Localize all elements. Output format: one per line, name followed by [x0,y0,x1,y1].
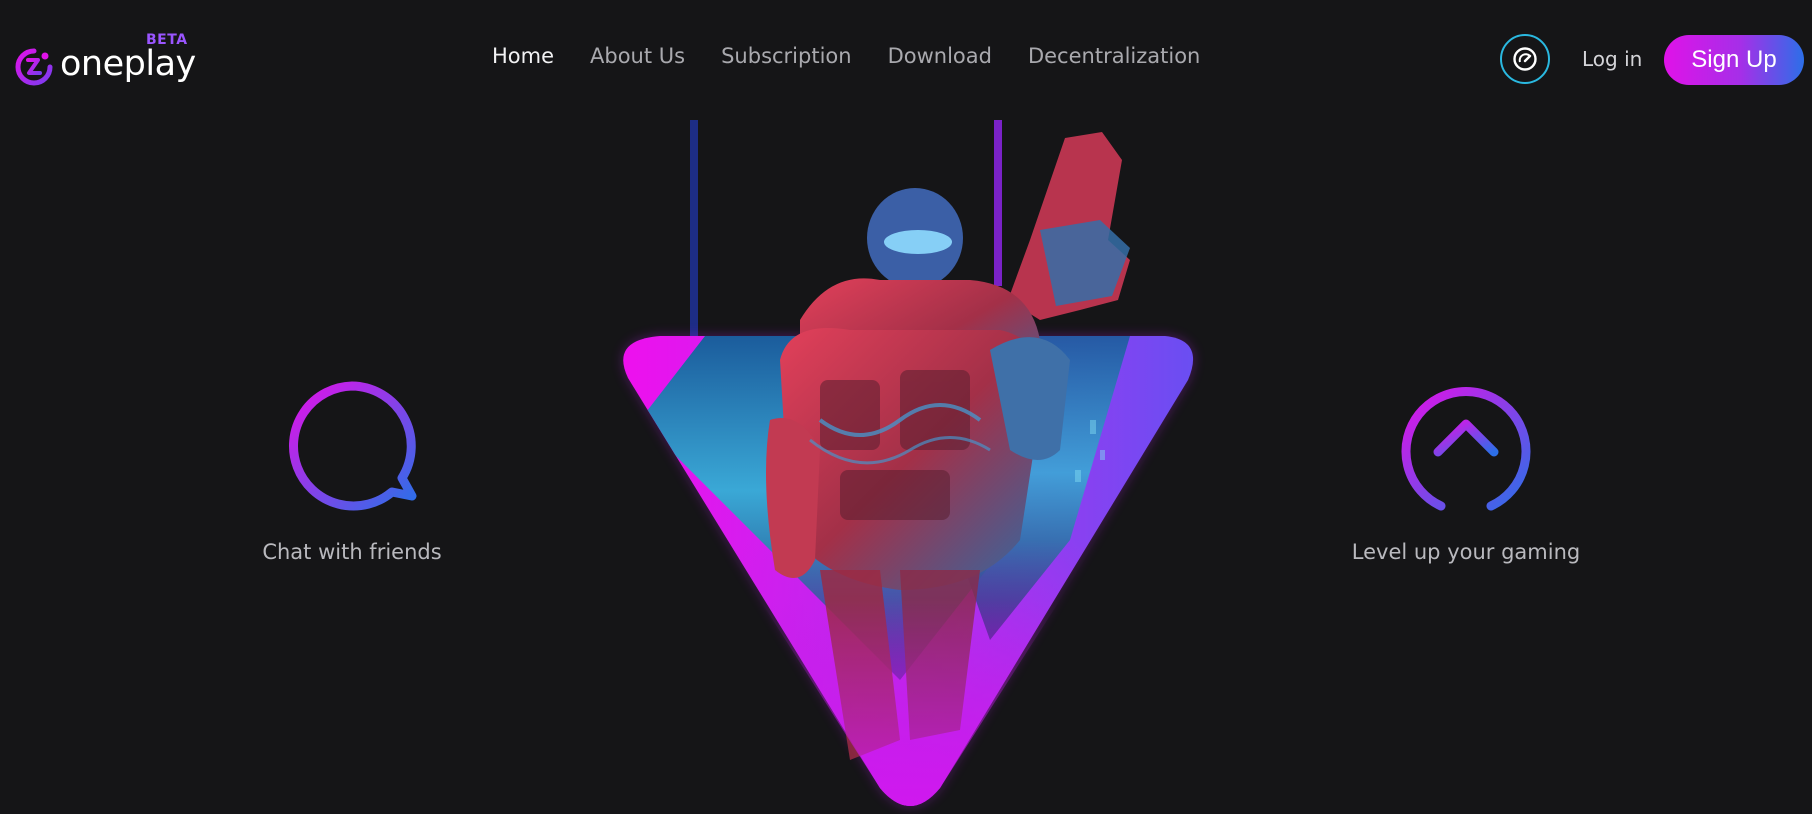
top-navigation-bar: oneplay BETA Home About Us Subscription … [0,0,1812,120]
nav-download[interactable]: Download [888,44,992,68]
brand-name: oneplay [60,44,196,84]
arrow-up-circle-icon [1401,387,1531,517]
main-nav: Home About Us Subscription Download Dece… [492,44,1236,68]
feature-level-up-label: Level up your gaming [1351,540,1581,564]
nav-home[interactable]: Home [492,44,554,68]
sign-up-button[interactable]: Sign Up [1664,35,1804,85]
nav-about-us[interactable]: About Us [590,44,685,68]
brand-logo[interactable]: oneplay BETA [14,32,196,92]
login-link[interactable]: Log in [1582,47,1642,71]
feature-chat: Chat with friends [202,378,502,564]
hero-section: Chat with friends Level up your gaming [0,120,1812,814]
nav-decentralization[interactable]: Decentralization [1028,44,1200,68]
beta-badge: BETA [146,32,188,48]
speed-test-button[interactable] [1500,34,1550,84]
nav-subscription[interactable]: Subscription [721,44,851,68]
feature-chat-label: Chat with friends [262,540,442,564]
oneplay-logo-icon [15,48,53,86]
speedometer-icon [1513,47,1537,71]
feature-level-up: Level up your gaming [1316,378,1616,564]
chat-bubble-icon [289,381,417,511]
